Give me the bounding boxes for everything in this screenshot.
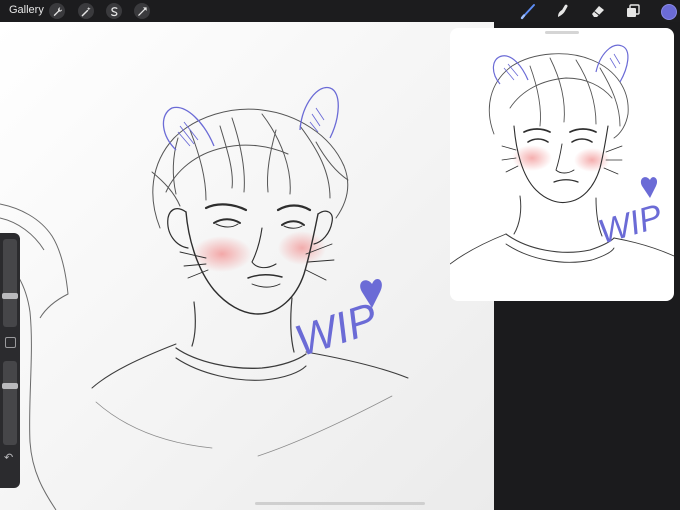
brush-opacity-slider[interactable] [2,361,18,445]
wrench-icon[interactable] [49,3,65,19]
sketch-drawing: WIP [0,86,409,510]
brush-icon[interactable] [519,2,537,20]
drawing-canvas[interactable]: WIP [0,22,494,510]
modify-button[interactable] [5,337,16,348]
eraser-icon[interactable] [589,2,607,20]
selection-icon[interactable] [106,3,122,19]
brush-size-slider[interactable] [2,239,18,327]
reference-image: WIP [450,44,674,265]
reference-window[interactable]: WIP [450,28,674,301]
transform-icon[interactable] [134,3,150,19]
undo-button[interactable]: ↶ [4,451,13,464]
layers-icon[interactable] [624,2,642,20]
brush-opacity-thumb[interactable] [2,383,18,389]
magic-wand-icon[interactable] [78,3,94,19]
top-toolbar: Gallery [0,0,680,22]
gallery-button[interactable]: Gallery [9,4,44,16]
smudge-icon[interactable] [554,2,572,20]
brush-size-thumb[interactable] [2,293,18,299]
home-indicator [255,502,425,505]
reference-wip-annotation: WIP [594,197,667,251]
color-picker-button[interactable] [661,4,677,20]
brush-sidebar: ↶ [0,233,20,488]
